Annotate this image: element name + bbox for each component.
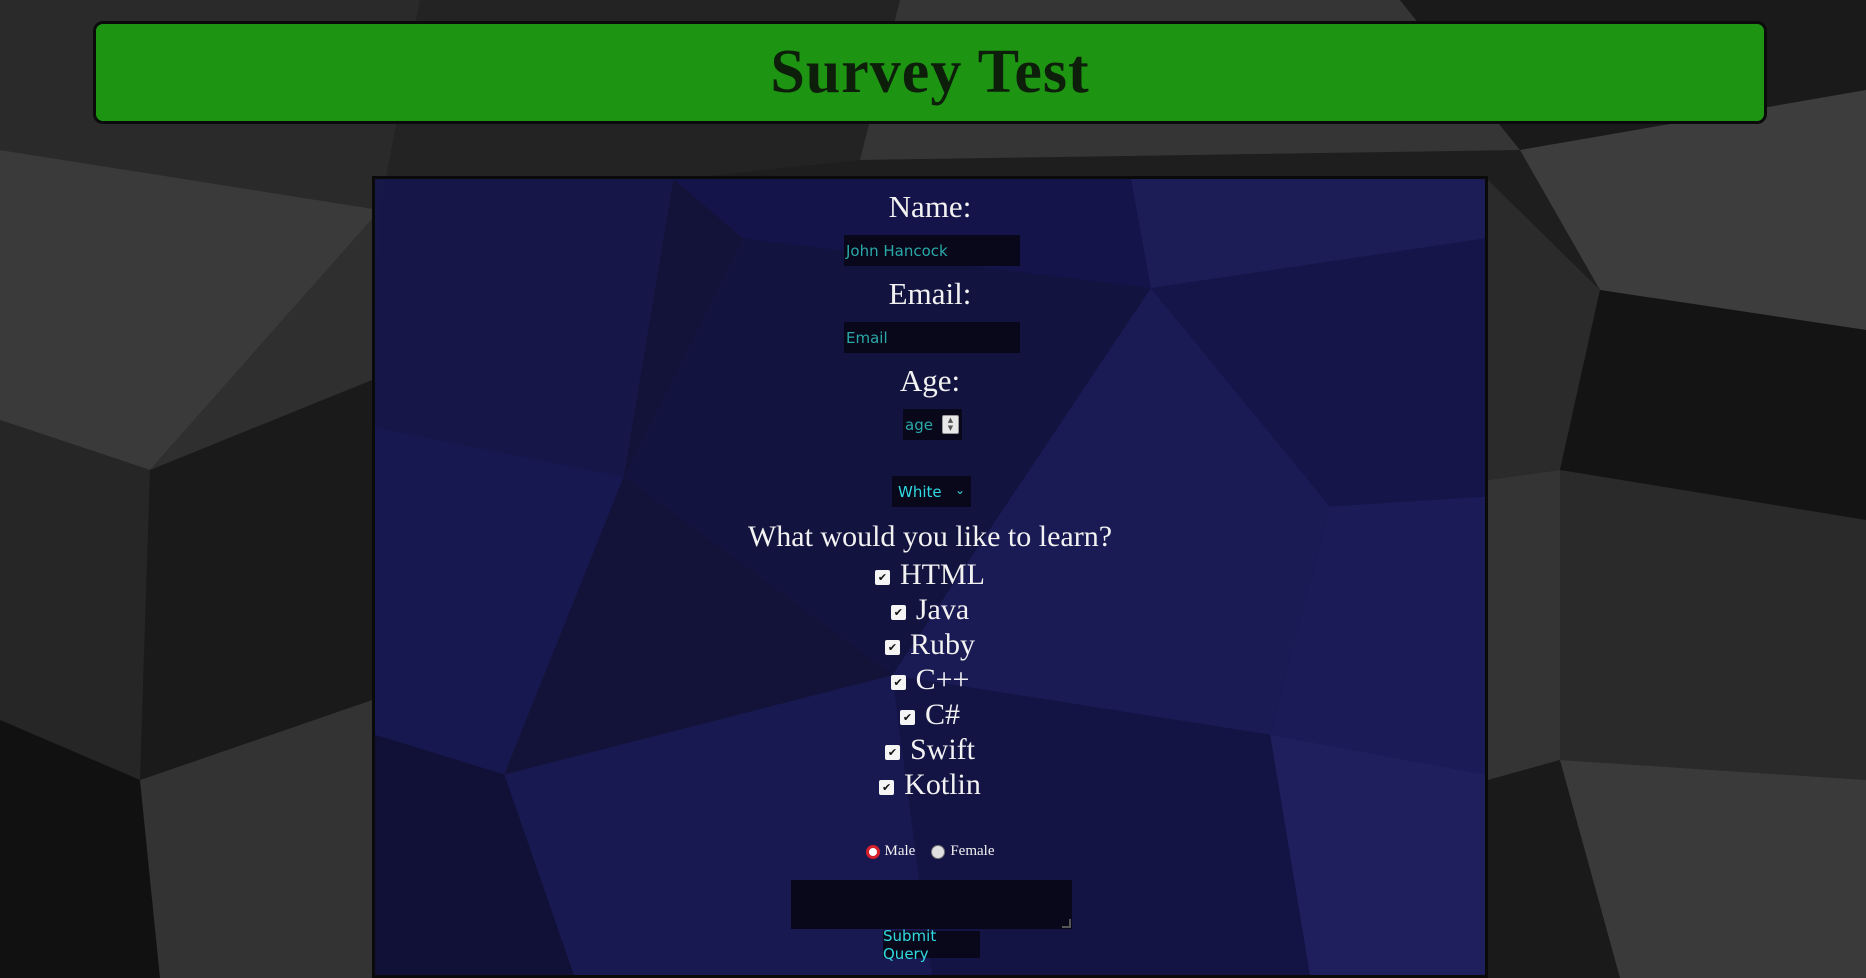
name-input[interactable]: John Hancock (844, 235, 1020, 266)
learn-option-ruby[interactable]: ✔ Ruby (375, 627, 1485, 662)
checkbox-kotlin[interactable]: ✔ (879, 780, 895, 795)
checkbox-html[interactable]: ✔ (875, 570, 890, 585)
learn-question: What would you like to learn? (747, 520, 1113, 553)
resize-grip-icon[interactable] (1062, 919, 1071, 928)
submit-button[interactable]: Submit Query (883, 927, 980, 963)
learn-option-label: C# (924, 697, 960, 731)
radio-female[interactable] (931, 844, 946, 859)
learn-option-html[interactable]: ✔ HTML (375, 557, 1485, 592)
checkbox-cpp[interactable]: ✔ (890, 675, 906, 690)
checkbox-swift[interactable]: ✔ (884, 745, 900, 760)
learn-option-kotlin[interactable]: ✔ Kotlin (375, 767, 1485, 802)
learn-option-label: Java (915, 592, 970, 626)
race-select-value: White (898, 482, 942, 501)
page-header: Survey Test (93, 21, 1767, 124)
learn-option-swift[interactable]: ✔ Swift (375, 732, 1485, 767)
age-input[interactable]: age ▲ ▼ (903, 409, 962, 440)
race-select[interactable]: White ⌄ (892, 476, 971, 507)
page-title: Survey Test (770, 38, 1090, 106)
learn-option-label: Swift (909, 732, 975, 766)
learn-option-cpp[interactable]: ✔ C++ (375, 662, 1485, 697)
checkmark-icon: ✔ (877, 571, 888, 584)
checkmark-icon: ✔ (893, 676, 903, 689)
learn-option-csharp[interactable]: ✔ C# (375, 697, 1485, 732)
learn-option-label: Kotlin (904, 767, 981, 801)
comments-textarea[interactable] (791, 880, 1072, 929)
email-input[interactable]: Email (844, 322, 1020, 353)
learn-option-label: Ruby (909, 627, 975, 661)
checkmark-icon: ✔ (902, 711, 913, 724)
checkbox-java[interactable]: ✔ (890, 605, 906, 620)
radio-male[interactable] (865, 844, 880, 859)
learn-option-label: C++ (915, 662, 970, 696)
name-label: Name: (888, 189, 972, 224)
radio-label-female: Female (950, 843, 995, 859)
age-label: Age: (899, 363, 961, 398)
survey-form: Name: John Hancock Email: Email Age: age… (372, 176, 1488, 978)
checkbox-csharp[interactable]: ✔ (899, 710, 915, 725)
checkmark-icon: ✔ (893, 606, 903, 619)
checkmark-icon: ✔ (882, 781, 892, 794)
chevron-down-icon: ⌄ (954, 483, 965, 497)
checkbox-ruby[interactable]: ✔ (884, 640, 900, 655)
email-label: Email: (888, 276, 972, 311)
learn-option-java[interactable]: ✔ Java (375, 592, 1485, 627)
radio-label-male: Male (884, 843, 916, 859)
age-placeholder: age (905, 415, 933, 434)
learn-option-label: HTML (900, 557, 985, 591)
checkmark-icon: ✔ (887, 641, 898, 654)
spinner-arrows-icon[interactable]: ▲ ▼ (942, 415, 959, 434)
checkmark-icon: ✔ (887, 746, 898, 759)
gender-radio-group: Male Female (375, 843, 1485, 860)
